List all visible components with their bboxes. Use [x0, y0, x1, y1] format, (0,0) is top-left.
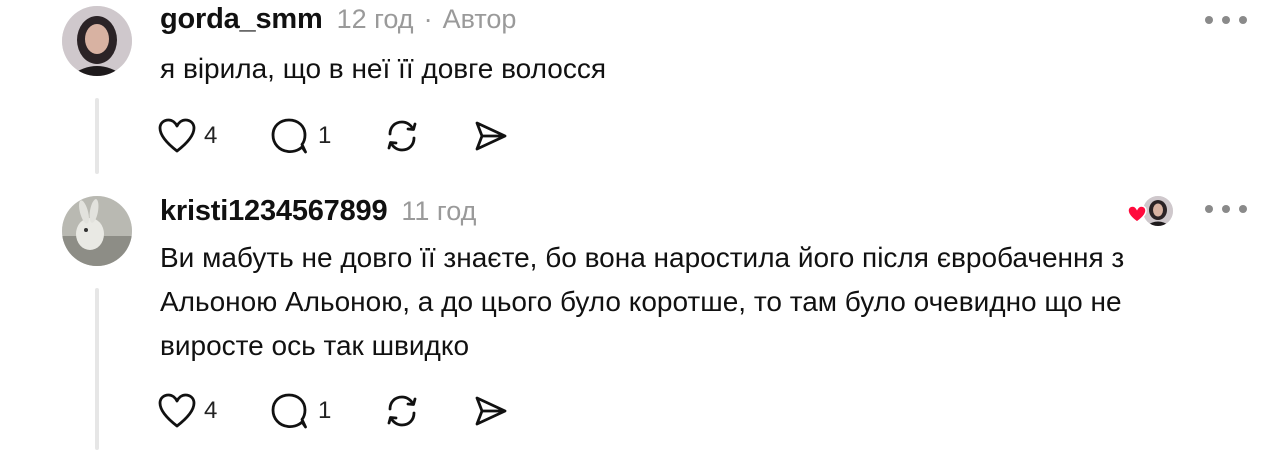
comment-text: Ви мабуть не довго її знаєте, бо вона на… — [160, 236, 1240, 368]
like-button[interactable]: 4 — [158, 391, 217, 431]
comment-text-line: виросте ось так швидко — [160, 330, 470, 361]
reply-count: 1 — [318, 397, 332, 424]
repost-icon — [387, 395, 417, 427]
dot — [1222, 16, 1230, 24]
share-button[interactable] — [472, 116, 508, 156]
username[interactable]: kristi1234567899 — [160, 195, 388, 228]
comment-bubble-icon — [271, 118, 307, 154]
share-send-icon — [475, 121, 507, 151]
more-options-button[interactable] — [1205, 10, 1247, 30]
avatar[interactable] — [62, 196, 132, 266]
user-photo-icon — [62, 6, 132, 76]
thread-line — [95, 288, 99, 450]
dot — [1205, 16, 1213, 24]
user-photo-icon — [1143, 196, 1173, 226]
comment-text-line: я вірила, що в неї її довге волосся — [160, 53, 607, 84]
comment-header: kristi1234567899 11 год — [160, 195, 476, 228]
author-badge: Автор — [442, 4, 517, 34]
reply-button[interactable]: 1 — [270, 116, 331, 156]
reply-button[interactable]: 1 — [270, 391, 331, 431]
share-send-icon — [475, 396, 507, 426]
dot — [1239, 205, 1247, 213]
comment-text-line: Альоною Альоною, а до цього було коротше… — [160, 286, 1122, 317]
like-count: 4 — [204, 397, 218, 424]
comment-actions: 4 1 — [158, 391, 558, 431]
share-button[interactable] — [472, 391, 508, 431]
repost-button[interactable] — [382, 391, 422, 431]
username[interactable]: gorda_smm — [160, 3, 323, 36]
timestamp[interactable]: 12 год — [337, 4, 414, 35]
liked-by-author-indicator — [1127, 194, 1175, 228]
timestamp[interactable]: 11 год — [401, 196, 476, 227]
reply-count: 1 — [318, 122, 332, 149]
heart-icon — [158, 118, 196, 153]
repost-icon — [387, 120, 417, 152]
repost-button[interactable] — [382, 116, 422, 156]
comment-bubble-icon — [271, 393, 307, 429]
comment-actions: 4 1 — [158, 116, 558, 156]
separator: · — [423, 4, 433, 34]
comment-header: gorda_smm 12 год · Автор — [160, 3, 516, 36]
comment-text-line: Ви мабуть не довго її знаєте, бо вона на… — [160, 242, 1125, 273]
dot — [1239, 16, 1247, 24]
dot — [1222, 205, 1230, 213]
more-options-button[interactable] — [1205, 199, 1247, 219]
rabbit-photo-icon — [62, 196, 132, 266]
dot — [1205, 205, 1213, 213]
like-count: 4 — [204, 122, 218, 149]
comment-text: я вірила, що в неї її довге волосся — [160, 47, 1240, 91]
like-button[interactable]: 4 — [158, 116, 217, 156]
heart-icon — [158, 393, 196, 428]
avatar[interactable] — [62, 6, 132, 76]
heart-filled-icon — [1127, 205, 1147, 223]
thread-line — [95, 98, 99, 174]
